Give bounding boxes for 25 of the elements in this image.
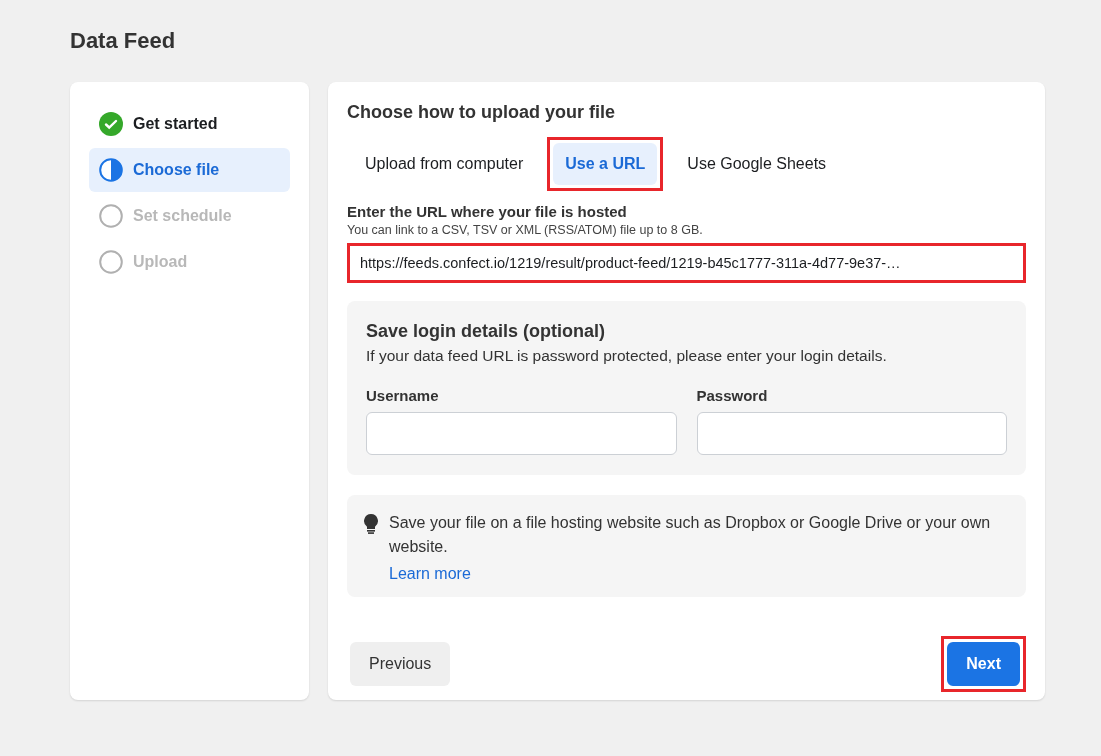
- input-field[interactable]: [696, 412, 1007, 455]
- page-title: Data Feed: [70, 28, 177, 54]
- input-field[interactable]: [366, 412, 677, 455]
- url-hint: You can link to a CSV, TSV or XML (RSS/ATOM) file up to 8 GB.: [347, 223, 704, 237]
- login-description: If your data feed URL is password protected, please enter your login details.: [366, 347, 888, 365]
- url-field[interactable]: https://feeds.confect.io/1219/result/product-feed/1219-b45c1777-311a-4d77-9e37-…: [347, 243, 1026, 283]
- previous-button[interactable]: Previous: [350, 642, 451, 686]
- upload-tab[interactable]: Use a URL: [553, 143, 658, 185]
- check-circle-icon: [99, 112, 123, 136]
- upload-tab[interactable]: Use Google Sheets: [675, 143, 839, 185]
- next-button[interactable]: Next: [947, 642, 1020, 686]
- tip-text: Save your file on a file hosting website such as Dropbox or Google Drive or your own website.: [389, 513, 992, 557]
- field-label: Password: [696, 387, 769, 404]
- empty-circle-icon: [99, 250, 123, 274]
- upload-tab[interactable]: Upload from computer: [353, 143, 536, 185]
- login-heading: Save login details (optional): [366, 321, 607, 342]
- section-heading: Choose how to upload your file: [347, 102, 616, 123]
- half-circle-icon: [99, 158, 123, 182]
- field-label: Username: [366, 387, 440, 404]
- learn-more-link[interactable]: Learn more: [389, 565, 471, 583]
- lightbulb-icon: [363, 514, 379, 534]
- empty-circle-icon: [99, 204, 123, 228]
- step-item[interactable]: Get started: [89, 102, 290, 146]
- step-item[interactable]: Choose file: [89, 148, 290, 192]
- url-label: Enter the URL where your file is hosted: [347, 203, 628, 220]
